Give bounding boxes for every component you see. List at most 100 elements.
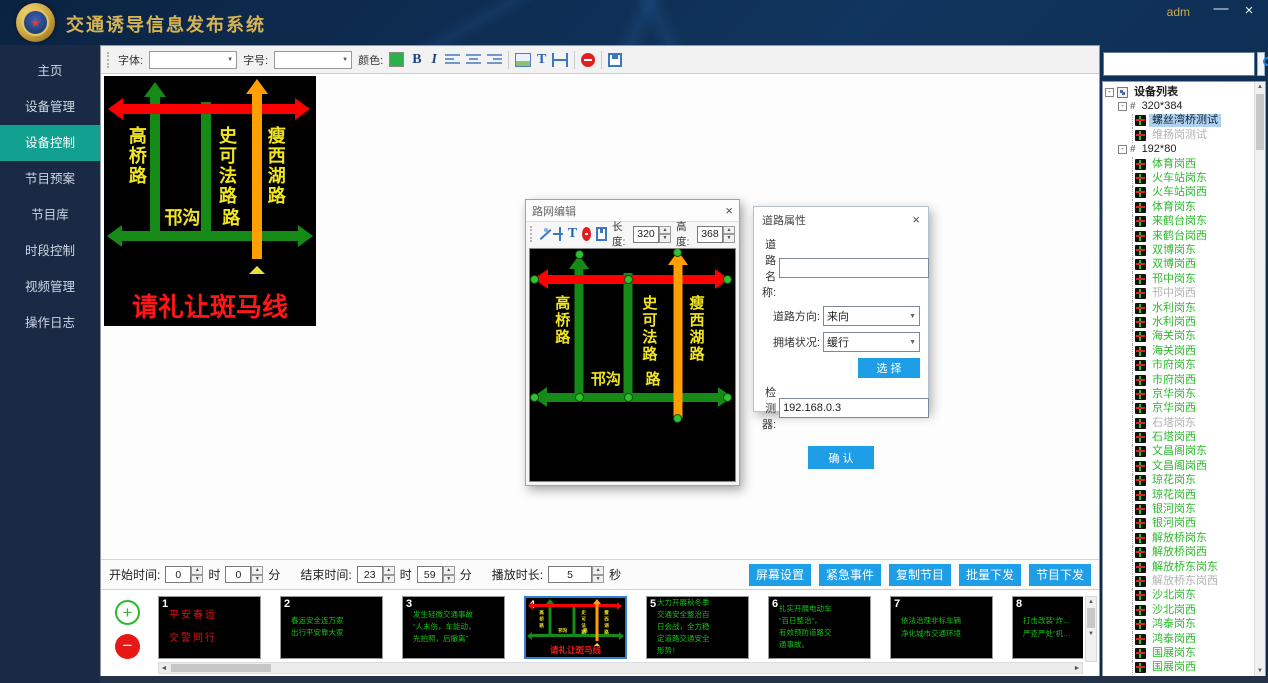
spin-up-icon[interactable]: ▲: [592, 566, 604, 575]
device-tree-root[interactable]: -设备列表: [1105, 85, 1265, 99]
device-item[interactable]: 沙北岗东: [1105, 589, 1265, 603]
delete-icon[interactable]: [582, 227, 591, 241]
device-item[interactable]: 石塔岗东: [1105, 416, 1265, 430]
copy-program-button[interactable]: 复制节目: [889, 564, 951, 586]
close-icon[interactable]: ×: [912, 212, 920, 230]
road-width-icon[interactable]: [552, 53, 568, 67]
height-input[interactable]: [697, 226, 723, 243]
save-icon[interactable]: [596, 227, 607, 241]
scroll-down-icon[interactable]: ▼: [1086, 629, 1096, 639]
device-item[interactable]: 体育岗东: [1105, 200, 1265, 214]
device-item[interactable]: 琼花岗东: [1105, 474, 1265, 488]
node-handle[interactable]: [530, 393, 539, 402]
close-icon[interactable]: ×: [725, 203, 733, 218]
minimize-button[interactable]: —: [1210, 0, 1232, 17]
insert-image-icon[interactable]: [515, 53, 531, 67]
sidebar-item[interactable]: 节目预案: [0, 161, 100, 197]
program-send-button[interactable]: 节目下发: [1029, 564, 1091, 586]
align-left-icon[interactable]: [445, 54, 460, 66]
dialog-titlebar[interactable]: 道路属性 ×: [762, 212, 920, 230]
device-item[interactable]: 市府岗西: [1105, 373, 1265, 387]
spin-down-icon[interactable]: ▼: [659, 234, 671, 243]
sidebar-item[interactable]: 操作日志: [0, 305, 100, 341]
length-input[interactable]: [633, 226, 659, 243]
sidebar-item[interactable]: 设备管理: [0, 89, 100, 125]
font-select[interactable]: ▼: [149, 51, 237, 69]
device-item[interactable]: 市府岗东: [1105, 358, 1265, 372]
close-button[interactable]: ×: [1238, 2, 1260, 19]
device-item[interactable]: 水利岗东: [1105, 301, 1265, 315]
frame-thumbnail[interactable]: 5大力开展秋冬季交通安全整治百日会战，全力稳定道路交通安全形势！: [646, 596, 749, 659]
insert-text-icon[interactable]: T: [568, 226, 577, 242]
batch-send-button[interactable]: 批量下发: [959, 564, 1021, 586]
device-item[interactable]: 解放桥岗东: [1105, 531, 1265, 545]
sidebar-item[interactable]: 节目库: [0, 197, 100, 233]
device-item[interactable]: 琼花岗西: [1105, 488, 1265, 502]
frame-thumbnail[interactable]: 2春运安全连万家出行平安靠大家: [280, 596, 383, 659]
road-name-input[interactable]: [779, 258, 929, 278]
scrollbar-thumb[interactable]: [1087, 608, 1095, 628]
save-icon[interactable]: [608, 53, 622, 67]
device-item[interactable]: 维扬岗测试: [1105, 128, 1265, 142]
device-group[interactable]: -#320*384: [1105, 99, 1265, 113]
scrollbar-thumb[interactable]: [171, 664, 271, 672]
device-item[interactable]: 解放桥岗西: [1105, 546, 1265, 560]
detector-input[interactable]: [779, 398, 929, 418]
spin-up-icon[interactable]: ▲: [659, 226, 671, 235]
device-item[interactable]: 解放桥东岗东: [1105, 560, 1265, 574]
scroll-up-icon[interactable]: ▲: [1086, 597, 1096, 607]
device-item[interactable]: 体育岗西: [1105, 157, 1265, 171]
device-item[interactable]: 解放桥东岗西: [1105, 574, 1265, 588]
congestion-select[interactable]: 缓行 ▼: [823, 332, 920, 352]
spin-up-icon[interactable]: ▲: [383, 566, 395, 575]
current-user[interactable]: adm: [1167, 5, 1190, 19]
sidebar-item[interactable]: 设备控制: [0, 125, 100, 161]
device-item[interactable]: 沙北岗西: [1105, 603, 1265, 617]
insert-text-icon[interactable]: T: [537, 52, 546, 68]
duration-input[interactable]: [548, 566, 592, 583]
end-hour-input[interactable]: [357, 566, 383, 583]
device-item[interactable]: 国展岗西: [1105, 661, 1265, 675]
device-item[interactable]: 邗中岗东: [1105, 272, 1265, 286]
device-item[interactable]: 螺丝湾桥测试: [1105, 114, 1265, 128]
device-item[interactable]: 银河岗西: [1105, 517, 1265, 531]
search-input[interactable]: [1103, 52, 1255, 76]
align-right-icon[interactable]: [487, 54, 502, 66]
frame-thumbnail[interactable]: 3发生轻微交通事故“人未伤，车能动，先拍照，后撤离”: [402, 596, 505, 659]
frame-thumbnail[interactable]: 1平安春运交警同行: [158, 596, 261, 659]
device-item[interactable]: 鸿泰岗东: [1105, 617, 1265, 631]
sidebar-item[interactable]: 视频管理: [0, 269, 100, 305]
scroll-up-icon[interactable]: ▲: [1255, 82, 1265, 93]
sidebar-item[interactable]: 主页: [0, 53, 100, 89]
confirm-button[interactable]: 确 认: [808, 446, 874, 469]
node-handle[interactable]: [575, 250, 584, 259]
node-handle[interactable]: [673, 414, 682, 423]
frame-thumbnail[interactable]: 7依法治理非标车辆净化城市交通环境: [890, 596, 993, 659]
frame-thumbnail[interactable]: 6扎实开展电动车“百日整治”，有效预防道路交通事故。: [768, 596, 871, 659]
spin-down-icon[interactable]: ▼: [443, 575, 455, 584]
edit-canvas[interactable]: 高桥路史可法路瘦西湖路邗沟路请礼让斑马线 路网编辑 × T 长度:: [101, 74, 1099, 559]
spin-down-icon[interactable]: ▼: [592, 575, 604, 584]
emergency-event-button[interactable]: 紧急事件: [819, 564, 881, 586]
device-item[interactable]: 火车站岗西: [1105, 186, 1265, 200]
device-item[interactable]: 邗中岗西: [1105, 286, 1265, 300]
delete-icon[interactable]: [581, 53, 595, 67]
italic-button[interactable]: I: [430, 52, 439, 68]
node-handle[interactable]: [723, 275, 732, 284]
device-group[interactable]: -#192*80: [1105, 143, 1265, 157]
tree-vertical-scrollbar[interactable]: ▲ ▼: [1254, 82, 1265, 677]
device-item[interactable]: 银河岗东: [1105, 502, 1265, 516]
device-item[interactable]: 来鹤台岗东: [1105, 215, 1265, 229]
spin-up-icon[interactable]: ▲: [723, 226, 735, 235]
size-select[interactable]: ▼: [274, 51, 352, 69]
device-item[interactable]: 来鹤台岗西: [1105, 229, 1265, 243]
collapse-icon[interactable]: -: [1118, 145, 1127, 154]
spin-down-icon[interactable]: ▼: [723, 234, 735, 243]
playlist-vertical-scrollbar[interactable]: ▲ ▼: [1085, 596, 1097, 662]
start-hour-input[interactable]: [165, 566, 191, 583]
node-handle[interactable]: [530, 275, 539, 284]
device-item[interactable]: 石塔岗西: [1105, 430, 1265, 444]
device-item[interactable]: 海关岗西: [1105, 344, 1265, 358]
device-item[interactable]: 文昌阁岗西: [1105, 459, 1265, 473]
end-min-input[interactable]: [417, 566, 443, 583]
